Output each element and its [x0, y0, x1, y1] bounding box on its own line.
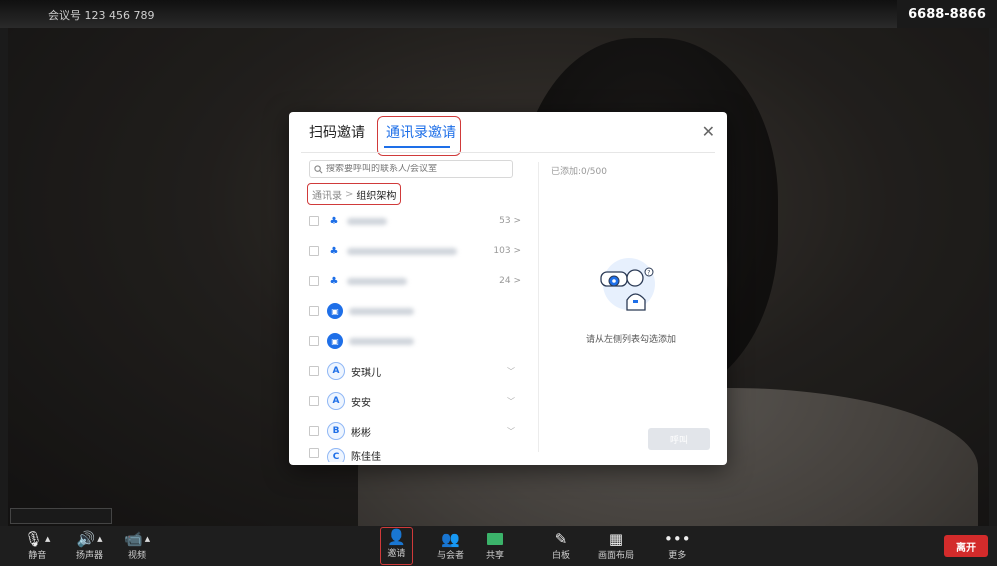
added-counter: 已添加:0/500	[551, 167, 607, 177]
contact-avatar: A	[327, 392, 345, 410]
video-button[interactable]: 📹 ▲ 视频	[124, 530, 150, 561]
blurred-name	[347, 217, 387, 225]
whiteboard-label: 白板	[552, 551, 571, 561]
invite-label: 邀请	[387, 549, 406, 559]
org-icon: ♣	[329, 245, 339, 257]
blurred-name	[349, 307, 414, 315]
chevron-down-icon[interactable]: ﹀	[507, 396, 515, 407]
blurred-name	[347, 247, 457, 255]
chevron-down-icon[interactable]: ﹀	[507, 426, 515, 437]
row-checkbox[interactable]	[309, 426, 319, 436]
empty-hint: 请从左侧列表勾选添加	[586, 335, 677, 345]
mute-label: 静音	[28, 551, 47, 561]
search-box[interactable]	[309, 160, 513, 178]
member-count: 53 >	[499, 216, 521, 226]
room-row[interactable]: ▣	[309, 326, 529, 356]
contact-avatar: A	[327, 362, 345, 380]
contact-row[interactable]: A 安琪儿 ﹀	[309, 356, 529, 386]
contact-name: 陈佳佳	[351, 452, 381, 462]
layout-button[interactable]: ▦ 画面布局	[598, 530, 634, 561]
speaker-button[interactable]: 🔊 ▲ 扬声器	[76, 530, 103, 561]
contact-name: 安琪儿	[351, 367, 381, 379]
svg-text:?: ?	[647, 270, 650, 277]
search-input[interactable]	[326, 164, 506, 174]
org-icon: ♣	[329, 215, 339, 227]
row-checkbox[interactable]	[309, 336, 319, 346]
contact-row[interactable]: B 彬彬 ﹀	[309, 416, 529, 446]
mute-button[interactable]: 🎙 ▲ 静音	[24, 530, 50, 561]
row-checkbox[interactable]	[309, 306, 319, 316]
share-label: 共享	[486, 551, 505, 561]
row-checkbox[interactable]	[309, 276, 319, 286]
tab-highlight-box	[377, 116, 461, 156]
empty-state-illustration: ?	[600, 258, 655, 311]
invite-button[interactable]: 👤 邀请	[380, 527, 413, 565]
breadcrumb-separator: >	[345, 188, 354, 200]
more-button[interactable]: ••• 更多	[664, 530, 691, 561]
caret-up-icon[interactable]: ▲	[97, 535, 102, 543]
row-checkbox[interactable]	[309, 246, 319, 256]
call-button[interactable]: 呼叫	[648, 428, 710, 450]
contact-name: 彬彬	[351, 427, 371, 439]
participants-icon: 👥	[441, 530, 460, 548]
contact-name: 安安	[351, 397, 371, 409]
speaker-icon: 🔊 ▲	[76, 530, 103, 548]
close-icon[interactable]: ✕	[702, 122, 715, 141]
caret-up-icon[interactable]: ▲	[45, 535, 50, 543]
row-checkbox[interactable]	[309, 216, 319, 226]
participant-name-tag	[10, 508, 112, 524]
video-label: 视频	[128, 551, 147, 561]
room-row[interactable]: ▣	[309, 296, 529, 326]
department-row[interactable]: ♣ 103 >	[309, 236, 529, 266]
layout-icon: ▦	[608, 530, 624, 548]
share-button[interactable]: 共享	[486, 530, 504, 561]
meeting-room-icon: ▣	[327, 333, 343, 349]
contact-list: ♣ 53 > ♣ 103 > ♣ 24 > ▣ ▣ A 安琪儿 ﹀ A 安安 ﹀…	[309, 206, 529, 462]
contact-row[interactable]: C 陈佳佳	[309, 446, 529, 462]
top-bar: 会议号 123 456 789 6688-8866	[0, 0, 997, 28]
tab-scan-invite[interactable]: 扫码邀请	[309, 122, 365, 142]
camera-icon: 📹 ▲	[124, 530, 151, 548]
participants-button[interactable]: 👥 与会者	[437, 530, 464, 561]
chevron-down-icon[interactable]: ﹀	[507, 366, 515, 377]
contact-avatar: C	[327, 448, 345, 462]
department-row[interactable]: ♣ 24 >	[309, 266, 529, 296]
meeting-id: 会议号 123 456 789	[48, 9, 155, 22]
search-icon	[314, 164, 323, 173]
blurred-name	[349, 337, 414, 345]
share-icon	[487, 530, 503, 548]
more-icon: •••	[664, 530, 691, 548]
panel-divider	[538, 162, 539, 452]
meeting-room-icon: ▣	[327, 303, 343, 319]
row-checkbox[interactable]	[309, 366, 319, 376]
breadcrumb-root[interactable]: 通讯录	[312, 187, 342, 202]
whiteboard-icon: ✎	[554, 530, 568, 548]
row-checkbox[interactable]	[309, 448, 319, 458]
contact-avatar: B	[327, 422, 345, 440]
meeting-number-badge: 6688-8866	[897, 0, 997, 28]
blurred-name	[347, 277, 407, 285]
department-row[interactable]: ♣ 53 >	[309, 206, 529, 236]
participants-label: 与会者	[437, 551, 465, 561]
row-checkbox[interactable]	[309, 396, 319, 406]
more-label: 更多	[668, 551, 687, 561]
breadcrumb: 通讯录 > 组织架构	[307, 183, 402, 205]
dialog-tabs: 扫码邀请 通讯录邀请 ✕	[289, 112, 727, 156]
breadcrumb-current: 组织架构	[356, 190, 397, 202]
microphone-icon: 🎙 ▲	[24, 530, 51, 548]
caret-up-icon[interactable]: ▲	[145, 535, 150, 543]
speaker-label: 扬声器	[76, 551, 104, 561]
member-count: 24 >	[499, 276, 521, 286]
contact-row[interactable]: A 安安 ﹀	[309, 386, 529, 416]
meeting-toolbar: 🎙 ▲ 静音 🔊 ▲ 扬声器 📹 ▲ 视频 👤 邀请 👥 与会者 共享 ✎ 白板 ▦ …	[0, 526, 997, 566]
member-count: 103 >	[493, 246, 521, 256]
invite-dialog: 扫码邀请 通讯录邀请 ✕ 通讯录 > 组织架构 ♣ 53 > ♣ 103 >	[289, 112, 727, 465]
whiteboard-button[interactable]: ✎ 白板	[552, 530, 570, 561]
layout-label: 画面布局	[598, 551, 635, 561]
org-icon: ♣	[329, 275, 339, 287]
invite-icon: 👤	[387, 528, 406, 546]
leave-button[interactable]: 离开	[944, 535, 988, 557]
header-divider	[301, 152, 715, 153]
